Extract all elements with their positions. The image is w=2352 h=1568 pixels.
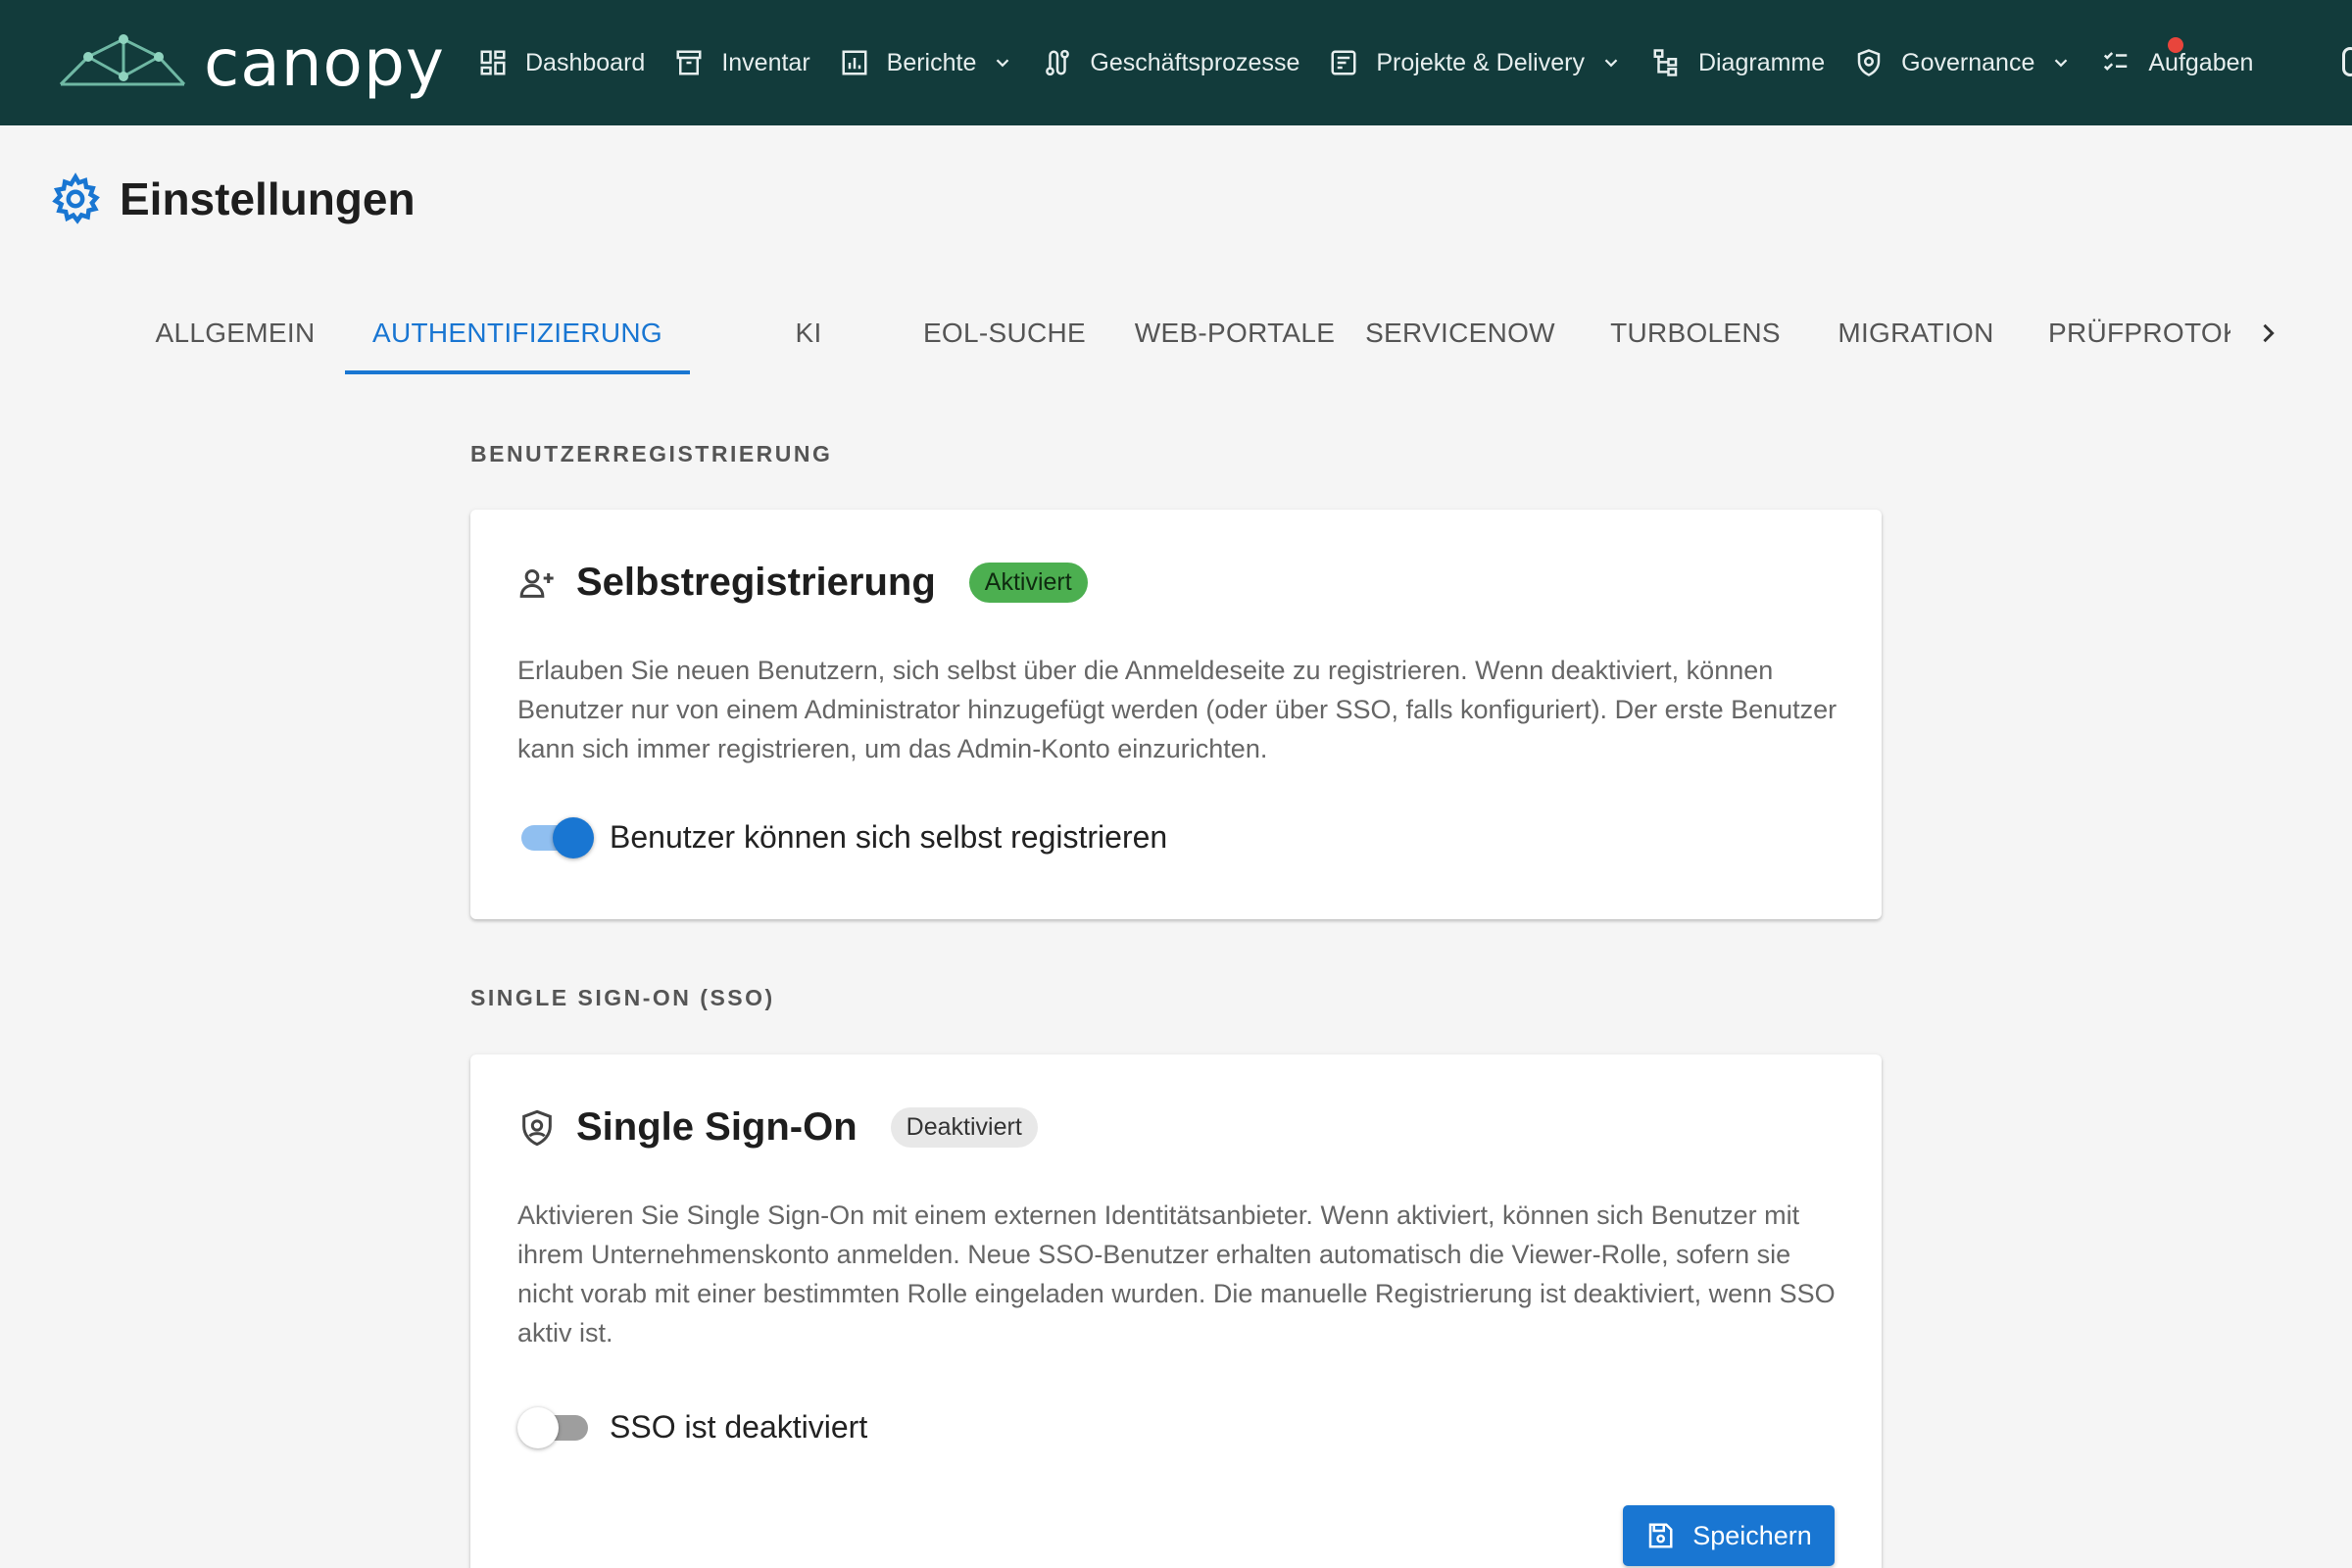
nav-item-aufgaben[interactable]: Aufgaben <box>2101 0 2253 125</box>
save-button[interactable]: Speichern <box>1623 1505 1835 1566</box>
chevron-down-icon <box>1604 59 1618 68</box>
tab-pruefprotokoll[interactable]: PRÜFPROTOKOLL <box>2019 290 2230 376</box>
shield-icon <box>522 1109 552 1146</box>
tab-scroll-right-button[interactable] <box>2246 312 2289 355</box>
archive-icon <box>676 50 702 75</box>
top-navigation-bar: canopy Dashboard Inventar Berichte Gesch… <box>0 0 2352 125</box>
active-tab-indicator <box>345 370 690 374</box>
page-title: Einstellungen <box>120 173 416 224</box>
checklist-icon <box>2104 52 2128 72</box>
section-label-sso: SINGLE SIGN-ON (SSO) <box>470 985 775 1010</box>
card-header: Single Sign-On Deaktiviert <box>517 1105 1038 1150</box>
self-registration-toggle[interactable] <box>517 815 594 858</box>
settings-tabs: ALLGEMEIN AUTHENTIFIZIERUNG KI EOL-SUCHE… <box>127 290 2283 378</box>
nav-item-berichte[interactable]: Berichte <box>840 0 1014 125</box>
project-icon <box>1331 50 1356 75</box>
chevron-right-icon <box>2263 323 2275 343</box>
person-add-icon <box>519 568 554 598</box>
nav-item-diagramme[interactable]: Diagramme <box>1651 0 1825 125</box>
card-title: Selbstregistrierung <box>576 561 936 604</box>
nav-item-inventar[interactable]: Inventar <box>674 0 810 125</box>
page-header: Einstellungen <box>49 172 416 225</box>
save-icon <box>1648 1523 1673 1548</box>
brand-logo[interactable]: canopy <box>59 24 445 101</box>
card-title: Single Sign-On <box>576 1105 858 1149</box>
nav-item-governance[interactable]: Governance <box>1854 0 2072 125</box>
tab-eol-suche[interactable]: EOL-SUCHE <box>882 290 1127 376</box>
sso-card: Single Sign-On Deaktiviert Aktivieren Si… <box>470 1054 1882 1568</box>
tab-turbolens[interactable]: TURBOLENS <box>1578 290 1813 376</box>
nav-overflow-edge <box>2342 47 2352 76</box>
nav-item-geschaeftsprozesse[interactable]: Geschäftsprozesse <box>1043 0 1299 125</box>
nav-label: Berichte <box>886 48 977 76</box>
toggle-label: Benutzer können sich selbst registrieren <box>610 818 1168 855</box>
self-registration-toggle-row: Benutzer können sich selbst registrieren <box>517 815 1167 858</box>
brand-name: canopy <box>204 24 445 101</box>
tab-migration[interactable]: MIGRATION <box>1813 290 2019 376</box>
main-nav: Dashboard Inventar Berichte Geschäftspro… <box>478 0 2282 125</box>
tab-authentifizierung[interactable]: AUTHENTIFIZIERUNG <box>345 290 690 376</box>
card-description: Aktivieren Sie Single Sign-On mit einem … <box>517 1200 1836 1348</box>
nav-item-dashboard[interactable]: Dashboard <box>478 0 645 125</box>
status-badge: Deaktiviert <box>890 1107 1038 1148</box>
tab-allgemein[interactable]: ALLGEMEIN <box>127 290 343 376</box>
toggle-label: SSO ist deaktiviert <box>610 1408 868 1445</box>
nav-item-projekte[interactable]: Projekte & Delivery <box>1329 0 1622 125</box>
bar-chart-icon <box>842 50 867 75</box>
sso-toggle[interactable] <box>517 1405 592 1448</box>
nav-label: Inventar <box>721 48 810 76</box>
nav-label: Diagramme <box>1697 48 1826 76</box>
tab-ki[interactable]: KI <box>735 290 882 376</box>
process-icon <box>1046 49 1070 76</box>
chevron-down-icon <box>997 59 1009 68</box>
nav-label: Geschäftsprozesse <box>1090 48 1300 76</box>
canopy-logo-icon <box>59 34 186 86</box>
self-registration-card: Selbstregistrierung Aktiviert Erlauben S… <box>470 510 1882 919</box>
toggle-thumb <box>553 817 594 858</box>
hierarchy-icon <box>1653 49 1678 76</box>
nav-label: Governance <box>1901 48 2035 76</box>
card-header: Selbstregistrierung Aktiviert <box>517 561 1088 605</box>
nav-label: Projekte & Delivery <box>1376 48 1585 76</box>
tab-web-portale[interactable]: WEB-PORTALE <box>1127 290 1343 376</box>
nav-label: Aufgaben <box>2148 48 2254 76</box>
card-description: Erlauben Sie neuen Benutzern, sich selbs… <box>517 656 1838 763</box>
section-label-registration: BENUTZERREGISTRIERUNG <box>470 441 833 466</box>
gear-icon <box>52 172 100 224</box>
toggle-thumb <box>517 1407 559 1448</box>
dashboard-icon <box>480 50 506 75</box>
chevron-down-icon <box>2055 59 2068 68</box>
nav-label: Dashboard <box>525 48 646 76</box>
sso-toggle-row: SSO ist deaktiviert <box>517 1405 867 1448</box>
notification-dot <box>2168 37 2183 53</box>
tab-servicenow[interactable]: SERVICENOW <box>1343 290 1578 376</box>
save-label: Speichern <box>1692 1520 1812 1550</box>
shield-icon <box>1857 49 1881 76</box>
status-badge: Aktiviert <box>968 563 1088 603</box>
